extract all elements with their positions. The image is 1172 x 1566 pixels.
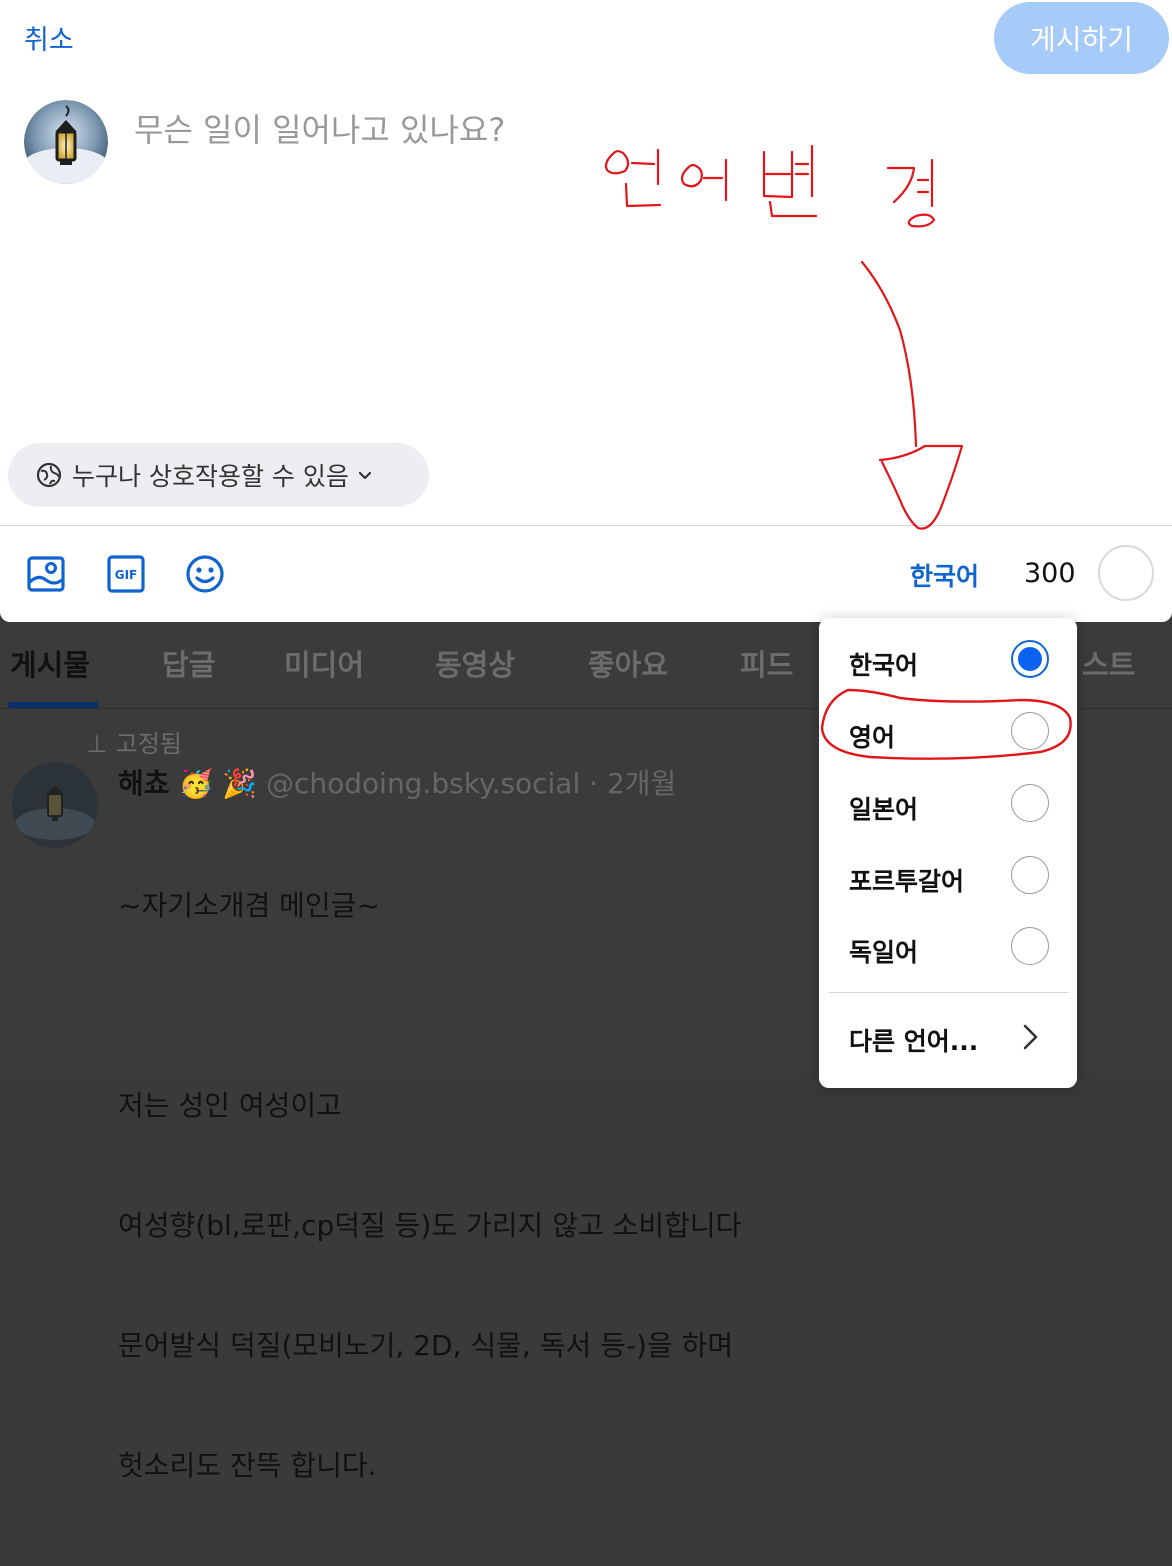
language-option-label: 포르투갈어 xyxy=(849,867,965,896)
pin-icon: ⊥ xyxy=(86,730,108,758)
interaction-settings-label: 누구나 상호작용할 수 있음 xyxy=(72,462,349,491)
tab-replies[interactable]: 답글 xyxy=(162,642,215,684)
image-icon[interactable] xyxy=(26,554,66,594)
tab-likes[interactable]: 좋아요 xyxy=(588,642,668,684)
post-author-name[interactable]: 해쵸 xyxy=(118,767,170,800)
cancel-button[interactable]: 취소 xyxy=(24,18,74,57)
globe-icon xyxy=(36,462,62,488)
language-option-label: 독일어 xyxy=(849,938,919,967)
language-option-label: 한국어 xyxy=(849,651,919,680)
toolbar-divider xyxy=(0,525,1172,526)
post-button[interactable]: 게시하기 xyxy=(994,2,1169,74)
post-text[interactable]: ~자기소개겸 메인글~ 저는 성인 여성이고 여성향(bl,로판,cp덕질 등)… xyxy=(118,806,741,1566)
radio-icon[interactable] xyxy=(1011,927,1049,965)
post-line: 저는 성인 여성이고 xyxy=(118,1089,342,1122)
radio-icon[interactable] xyxy=(1011,784,1049,822)
svg-text:GIF: GIF xyxy=(115,568,138,582)
post-author-avatar[interactable] xyxy=(12,762,98,848)
post-line: 헛소리도 잔뜩 합니다. xyxy=(118,1449,377,1482)
tab-media[interactable]: 미디어 xyxy=(284,642,364,684)
post-header: 해쵸 🥳 🎉 @chodoing.bsky.social · 2개월 xyxy=(118,762,676,802)
tab-lists[interactable]: 스트 xyxy=(1082,642,1135,684)
character-counter: 300 xyxy=(1024,558,1076,589)
post-time[interactable]: · 2개월 xyxy=(589,767,676,800)
post-author-handle[interactable]: @chodoing.bsky.social xyxy=(266,767,580,800)
radio-icon[interactable] xyxy=(1011,712,1049,750)
post-line: 문어발식 덕질(모비노기, 2D, 식물, 독서 등-)을 하며 xyxy=(118,1329,734,1362)
emoji-icon[interactable] xyxy=(185,554,225,594)
gif-icon[interactable]: GIF xyxy=(106,554,146,594)
chevron-down-icon xyxy=(358,471,371,480)
language-option-english[interactable]: 영어 xyxy=(819,702,1077,762)
character-progress-ring xyxy=(1098,545,1154,601)
language-option-portuguese[interactable]: 포르투갈어 xyxy=(819,846,1077,906)
post-composer: 취소 게시하기 무슨 일이 일어나고 있나요? 누구나 상호작용할 수 있음 G… xyxy=(0,0,1172,622)
tab-posts[interactable]: 게시물 xyxy=(10,642,90,684)
menu-divider xyxy=(829,992,1069,993)
language-menu: 한국어 영어 일본어 포르투갈어 독일어 다른 언어... xyxy=(819,618,1077,1088)
tab-videos[interactable]: 동영상 xyxy=(435,642,515,684)
language-option-label: 영어 xyxy=(849,723,896,752)
interaction-settings-button[interactable]: 누구나 상호작용할 수 있음 xyxy=(8,443,429,507)
language-option-korean[interactable]: 한국어 xyxy=(819,630,1077,690)
post-line: ~자기소개겸 메인글~ xyxy=(118,889,380,922)
language-option-german[interactable]: 독일어 xyxy=(819,917,1077,977)
post-language-button[interactable]: 한국어 xyxy=(910,557,979,593)
radio-selected-icon[interactable] xyxy=(1011,640,1049,678)
language-option-japanese[interactable]: 일본어 xyxy=(819,774,1077,834)
radio-icon[interactable] xyxy=(1011,856,1049,894)
post-text-input[interactable] xyxy=(134,100,634,160)
pinned-label: ⊥ 고정됨 xyxy=(86,730,182,758)
chevron-right-icon xyxy=(1023,1024,1038,1050)
avatar xyxy=(24,100,108,184)
more-languages-label: 다른 언어... xyxy=(849,1027,979,1056)
language-option-label: 일본어 xyxy=(849,795,919,824)
tab-feeds[interactable]: 피드 xyxy=(740,642,793,684)
party-emoji-icon: 🥳 🎉 xyxy=(178,767,258,800)
post-line: 여성향(bl,로판,cp덕질 등)도 가리지 않고 소비합니다 xyxy=(118,1209,742,1242)
more-languages-item[interactable]: 다른 언어... xyxy=(819,1006,1077,1066)
